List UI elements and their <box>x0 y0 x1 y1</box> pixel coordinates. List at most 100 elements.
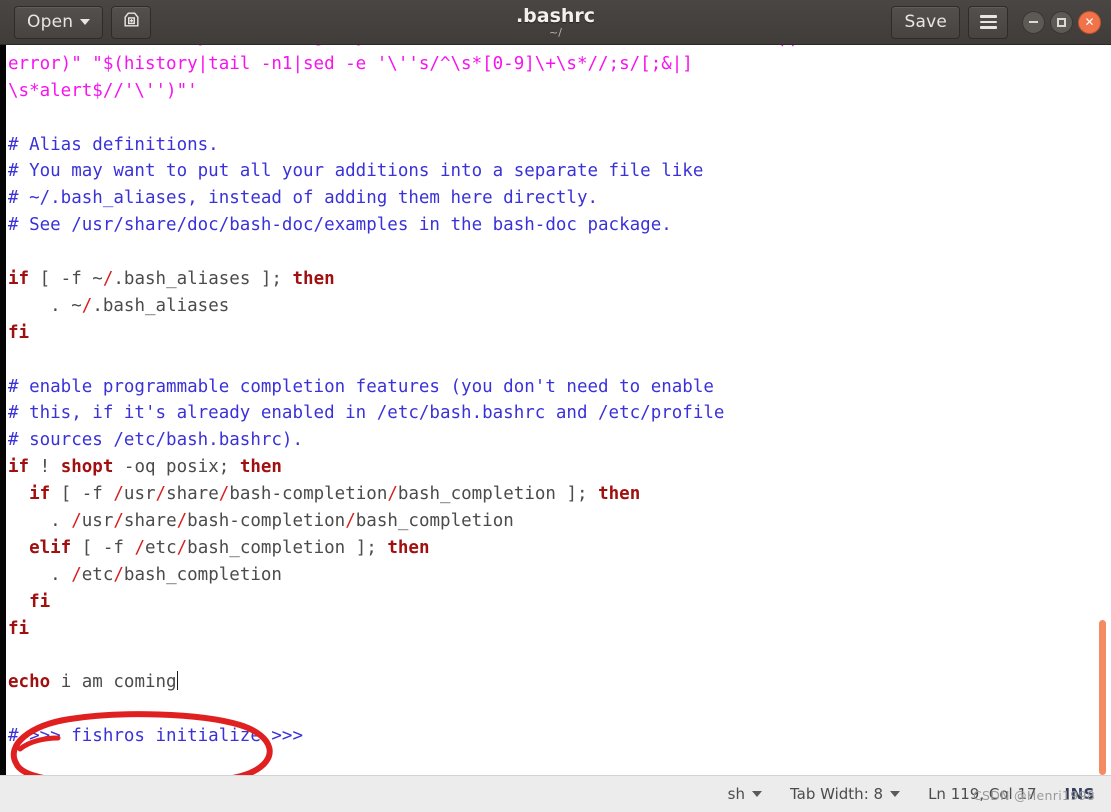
code-token: i am coming <box>50 672 177 693</box>
code-line: fi <box>8 589 1098 616</box>
code-token: # See /usr/share/doc/bash-doc/examples i… <box>8 215 672 236</box>
code-line: # Alias definitions. <box>8 132 1098 159</box>
code-token: # sources /etc/bash.bashrc). <box>8 430 304 451</box>
code-line: . ~/.bash_aliases <box>8 293 1098 320</box>
cursor-position: Ln 119, Col 17 <box>928 785 1036 803</box>
code-token: / <box>134 537 145 558</box>
language-selector[interactable]: sh <box>728 785 762 803</box>
code-line: . /etc/bash_completion <box>8 562 1098 589</box>
titlebar: Open .bashrc ~/ Save ✕ <box>0 0 1111 45</box>
maximize-button[interactable] <box>1050 10 1073 34</box>
save-as-button[interactable] <box>111 5 152 39</box>
code-token: ! <box>29 457 61 478</box>
language-label: sh <box>727 785 745 803</box>
code-token: / <box>218 484 230 505</box>
titlebar-left-controls: Open <box>0 5 152 39</box>
code-token: [ -f <box>50 484 114 505</box>
code-token: / <box>102 269 114 290</box>
code-token: / <box>71 511 82 532</box>
left-margin-strip <box>0 45 6 775</box>
code-line: elif [ -f /etc/bash_completion ]; then <box>8 535 1098 562</box>
hamburger-menu-icon <box>979 15 997 29</box>
code-token: if <box>8 457 30 478</box>
save-button-label: Save <box>904 12 947 32</box>
menu-button[interactable] <box>968 5 1008 39</box>
code-token: bash_completion <box>123 564 282 585</box>
minimize-icon <box>1029 21 1038 23</box>
window-controls: ✕ <box>1022 10 1101 34</box>
tab-width-label: Tab Width: 8 <box>789 785 884 803</box>
code-token: alias <box>8 45 61 47</box>
cursor-position-label: Ln 119, Col 17 <box>928 785 1037 803</box>
code-token: share <box>123 511 177 532</box>
gedit-window: Open .bashrc ~/ Save ✕ error)" "$(histor… <box>0 0 1111 812</box>
titlebar-right-controls: Save ✕ <box>891 5 1111 39</box>
code-token: if <box>29 484 51 505</box>
chevron-down-icon <box>890 791 901 797</box>
save-button[interactable]: Save <box>891 5 960 39</box>
code-token: / <box>81 295 93 316</box>
code-token: bash_completion ]; <box>187 537 388 558</box>
open-button[interactable]: Open <box>14 5 104 39</box>
minimize-button[interactable] <box>1022 10 1045 34</box>
close-icon: ✕ <box>1084 15 1095 29</box>
code-token: bash-completion <box>229 484 388 505</box>
text-editor-area[interactable]: alias alert='notify-send --urgency=low -… <box>0 45 1111 775</box>
code-token: # Alias definitions. <box>8 134 219 155</box>
code-line: # enable programmable completion feature… <box>8 374 1098 401</box>
code-token: # this, if it's already enabled in /etc/… <box>8 403 725 424</box>
page-subtitle: ~/ <box>549 26 562 39</box>
code-line: error)" "$(history|tail -n1|sed -e '\''s… <box>8 51 1098 78</box>
statusbar: sh Tab Width: 8 Ln 119, Col 17 INS CSDN … <box>0 775 1111 812</box>
code-token: alert= <box>61 45 134 47</box>
code-token: . <box>8 564 72 585</box>
chevron-down-icon <box>80 19 91 25</box>
code-token: error)" "$(history|tail -n1|sed -e '\''s… <box>8 53 693 74</box>
code-token: fi <box>8 322 30 343</box>
code-token: # You may want to put all your additions… <box>8 161 704 182</box>
code-token: / <box>71 564 82 585</box>
code-token: usr <box>81 511 114 532</box>
code-token: then <box>598 484 641 505</box>
code-line: fi <box>8 320 1098 347</box>
code-token: . ~ <box>8 295 82 316</box>
code-token: # enable programmable completion feature… <box>8 376 714 397</box>
code-line: . /usr/share/bash-completion/bash_comple… <box>8 508 1098 535</box>
tab-width-selector[interactable]: Tab Width: 8 <box>789 785 901 803</box>
code-line: # >>> fishros initialize >>> <box>8 723 1098 750</box>
insert-mode-label: INS <box>1064 785 1095 803</box>
code-token: / <box>155 484 167 505</box>
code-token: bash-completion <box>187 511 346 532</box>
code-line: # See /usr/share/doc/bash-doc/examples i… <box>8 212 1098 239</box>
code-token: etc <box>81 564 114 585</box>
code-token: then <box>292 269 335 290</box>
code-token: shopt <box>60 457 114 478</box>
maximize-icon <box>1057 17 1066 27</box>
code-line: # sources /etc/bash.bashrc). <box>8 427 1098 454</box>
code-token: / <box>387 484 398 505</box>
code-line: # ~/.bash_aliases, instead of adding the… <box>8 185 1098 212</box>
code-token: \s*alert$//'\'')"' <box>8 80 198 101</box>
code-content[interactable]: alias alert='notify-send --urgency=low -… <box>8 45 1098 750</box>
code-token: / <box>345 511 356 532</box>
code-line: # this, if it's already enabled in /etc/… <box>8 400 1098 427</box>
code-line: echo i am coming <box>8 669 1098 696</box>
text-cursor <box>176 671 179 691</box>
code-token: [ -f <box>71 537 135 558</box>
code-token: .bash_aliases <box>92 295 230 316</box>
code-token: usr <box>123 484 156 505</box>
close-button[interactable]: ✕ <box>1078 10 1101 34</box>
open-button-label: Open <box>27 12 74 32</box>
vertical-scrollbar[interactable] <box>1099 620 1106 775</box>
code-token: / <box>176 537 188 558</box>
code-token: bash_completion ]; <box>397 484 599 505</box>
code-token: / <box>113 484 124 505</box>
code-token: . <box>8 511 72 532</box>
code-line: \s*alert$//'\'')"' <box>8 78 1098 105</box>
